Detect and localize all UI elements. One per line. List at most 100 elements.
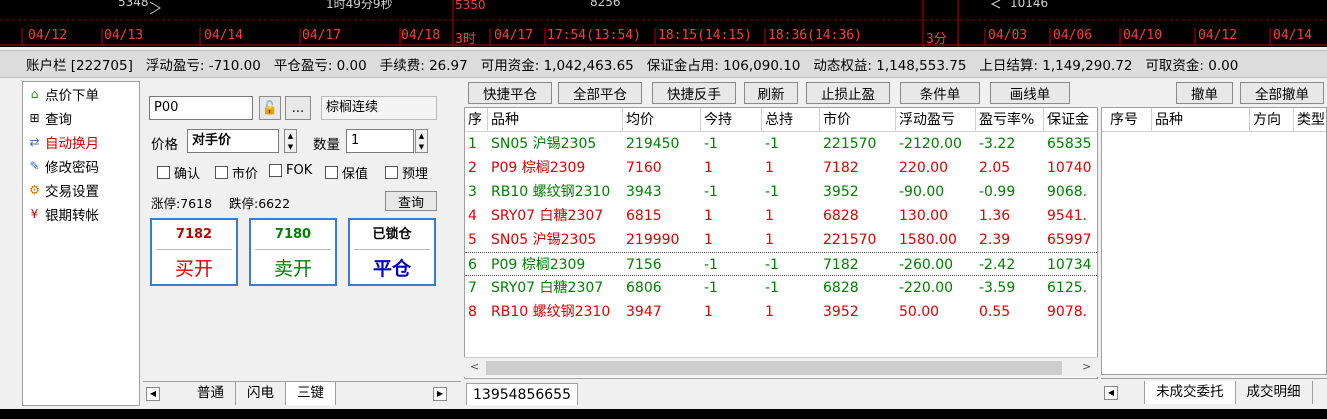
nav-item-auto-rollover[interactable]: ⇄ 自动换月 (23, 130, 139, 154)
table-row[interactable]: 4 SRY07 白糖2307 6815 1 1 6828 130.00 1.36 9541. (465, 204, 1097, 228)
cell-symbol: RB10 螺纹钢2310 (491, 184, 611, 200)
cell-today-qty: 1 (704, 160, 713, 176)
tab-flash[interactable]: 闪电 (236, 382, 286, 405)
market-checkbox[interactable]: 市价 (215, 163, 258, 182)
cell-today-qty: -1 (704, 257, 718, 273)
col-header[interactable]: 保证金 (1044, 108, 1097, 132)
preorder-checkbox[interactable]: 预埋 (385, 163, 428, 182)
table-row[interactable]: 2 P09 棕榈2309 7160 1 1 7182 220.00 2.05 10740 (465, 156, 1097, 180)
limit-up: 涨停:7618 (151, 196, 213, 211)
refresh-button[interactable]: 刷新 (744, 82, 798, 104)
date-label: 04/06 (1053, 28, 1093, 43)
symbol-input[interactable]: P00 (149, 96, 253, 120)
col-header[interactable]: 市价 (820, 108, 896, 132)
qty-stepper[interactable]: ▲ ▼ (415, 129, 428, 153)
cell-pnl-rate: 2.39 (979, 232, 1011, 248)
orders-tabs: ◀ 未成交委托 成交明细 (1101, 378, 1327, 406)
cell-today-qty: 1 (704, 208, 713, 224)
col-header[interactable]: 均价 (623, 108, 701, 132)
chart-strip: 5348 1时49分9秒 5350 8256 10146 04/12 04/13… (0, 0, 1327, 47)
close-all-button[interactable]: 全部平仓 (558, 82, 642, 104)
quick-reverse-button[interactable]: 快捷反手 (652, 82, 736, 104)
scroll-thumb[interactable] (486, 361, 1062, 375)
qty-label: 数量 (313, 137, 340, 153)
quick-close-button[interactable]: 快捷平仓 (468, 82, 552, 104)
strip-label-4: 8256 (590, 0, 621, 9)
cell-margin: 9068. (1047, 184, 1088, 200)
cell-today-qty: 1 (704, 232, 713, 248)
checkbox-label: FOK (286, 163, 313, 178)
col-header[interactable]: 序号 (1102, 108, 1152, 132)
table-row[interactable]: 5 SN05 沪锡2305 219990 1 1 221570 1580.00 2.39 659… (465, 228, 1097, 252)
col-header[interactable]: 序 (465, 108, 488, 132)
cell-floating-pnl: -2120.00 (899, 136, 962, 152)
nav-item-trade-settings[interactable]: ⚙ 交易设置 (23, 178, 139, 202)
cell-today-qty: -1 (704, 136, 718, 152)
table-row[interactable]: 3 RB10 螺纹钢2310 3943 -1 -1 3952 -90.00 -0.99 9068… (465, 180, 1097, 204)
scroll-left-icon[interactable]: < (470, 360, 479, 373)
table-row[interactable]: 1 SN05 沪锡2305 219450 -1 -1 221570 -2120.00 -3.2… (465, 132, 1097, 156)
orders-table: 序号 品种 方向 类型 (1101, 107, 1327, 375)
strip-label-1: 5348 (118, 0, 149, 9)
close-pnl: 平仓盈亏: 0.00 (273, 58, 367, 74)
nav-item-bank-transfer[interactable]: ¥ 银期转帐 (23, 202, 139, 226)
more-button[interactable]: ... (285, 96, 311, 120)
table-row[interactable]: 6 P09 棕榈2309 7156 -1 -1 7182 -260.00 -2.42 10734 (465, 252, 1097, 276)
qty-input[interactable]: 1 (346, 129, 414, 153)
sell-open-button[interactable]: 7180 卖开 (249, 218, 337, 286)
col-header[interactable]: 总持 (762, 108, 820, 132)
cell-avg-price: 7156 (626, 257, 662, 273)
conditional-order-button[interactable]: 条件单 (900, 82, 980, 104)
cell-index: 8 (468, 304, 477, 320)
cell-market-price: 7182 (823, 160, 859, 176)
tab-trade-details[interactable]: 成交明细 (1236, 381, 1313, 404)
query-button[interactable]: 查询 (385, 191, 437, 211)
cell-margin: 10740 (1047, 160, 1092, 176)
stop-loss-button[interactable]: 止损止盈 (806, 82, 890, 104)
buy-open-button[interactable]: 7182 买开 (150, 218, 238, 286)
table-row[interactable]: 8 RB10 螺纹钢2310 3947 1 1 3952 50.00 0.55 9078. (465, 300, 1097, 324)
cell-avg-price: 219990 (626, 232, 680, 248)
scroll-right-icon[interactable]: > (1082, 360, 1091, 373)
tab-three-key[interactable]: 三键 (286, 382, 336, 405)
cell-avg-price: 6806 (626, 280, 662, 296)
col-header[interactable]: 浮动盈亏 (896, 108, 976, 132)
commission: 手续费: 26.97 (379, 58, 468, 74)
tab-prev-icon[interactable]: ◀ (146, 386, 160, 401)
close-position-label: 平仓 (372, 257, 411, 280)
close-position-button[interactable]: 已锁仓 平仓 (348, 218, 436, 286)
lock-icon[interactable]: 🔓 (259, 96, 281, 120)
symbol-name: 棕榈连续 (321, 96, 437, 120)
fok-checkbox[interactable]: FOK (269, 163, 312, 178)
price-stepper[interactable]: ▲ ▼ (284, 129, 297, 153)
nav-item-price-order[interactable]: ⌂ 点价下单 (23, 82, 139, 106)
col-header[interactable]: 类型 (1294, 108, 1326, 132)
nav-item-change-password[interactable]: ✎ 修改密码 (23, 154, 139, 178)
bottom-chart-strip (0, 409, 1327, 419)
tab-pending-orders[interactable]: 未成交委托 (1144, 381, 1236, 404)
table-row[interactable]: 7 SRY07 白糖2307 6806 -1 -1 6828 -220.00 -3.59 612… (465, 276, 1097, 300)
col-header[interactable]: 盈亏率% (976, 108, 1044, 132)
line-order-button[interactable]: 画线单 (990, 82, 1070, 104)
col-header[interactable]: 今持 (701, 108, 762, 132)
col-header[interactable]: 方向 (1250, 108, 1294, 132)
positions-scrollbar[interactable]: < > (464, 357, 1098, 377)
nav-label: 自动换月 (45, 136, 99, 152)
account-tab[interactable]: 13954856655 (466, 383, 578, 405)
cancel-all-button[interactable]: 全部撤单 (1240, 82, 1324, 104)
tab-normal[interactable]: 普通 (186, 382, 236, 405)
confirm-checkbox[interactable]: 确认 (157, 163, 200, 182)
tab-prev-icon[interactable]: ◀ (1104, 385, 1118, 400)
tab-next-icon[interactable]: ▶ (433, 386, 447, 401)
date-label: 04/12 (28, 28, 68, 43)
col-header[interactable]: 品种 (1152, 108, 1250, 132)
price-input[interactable]: 对手价 (187, 129, 279, 153)
cancel-order-button[interactable]: 撤单 (1176, 82, 1233, 104)
strip-label-3: 5350 (455, 0, 486, 12)
nav-item-query[interactable]: ⊞ 查询 (23, 106, 139, 130)
col-header[interactable]: 品种 (488, 108, 623, 132)
date-label: 04/10 (1123, 28, 1163, 43)
buy-price: 7182 (156, 220, 232, 250)
hedge-checkbox[interactable]: 保值 (325, 163, 368, 182)
cell-margin: 9541. (1047, 208, 1088, 224)
